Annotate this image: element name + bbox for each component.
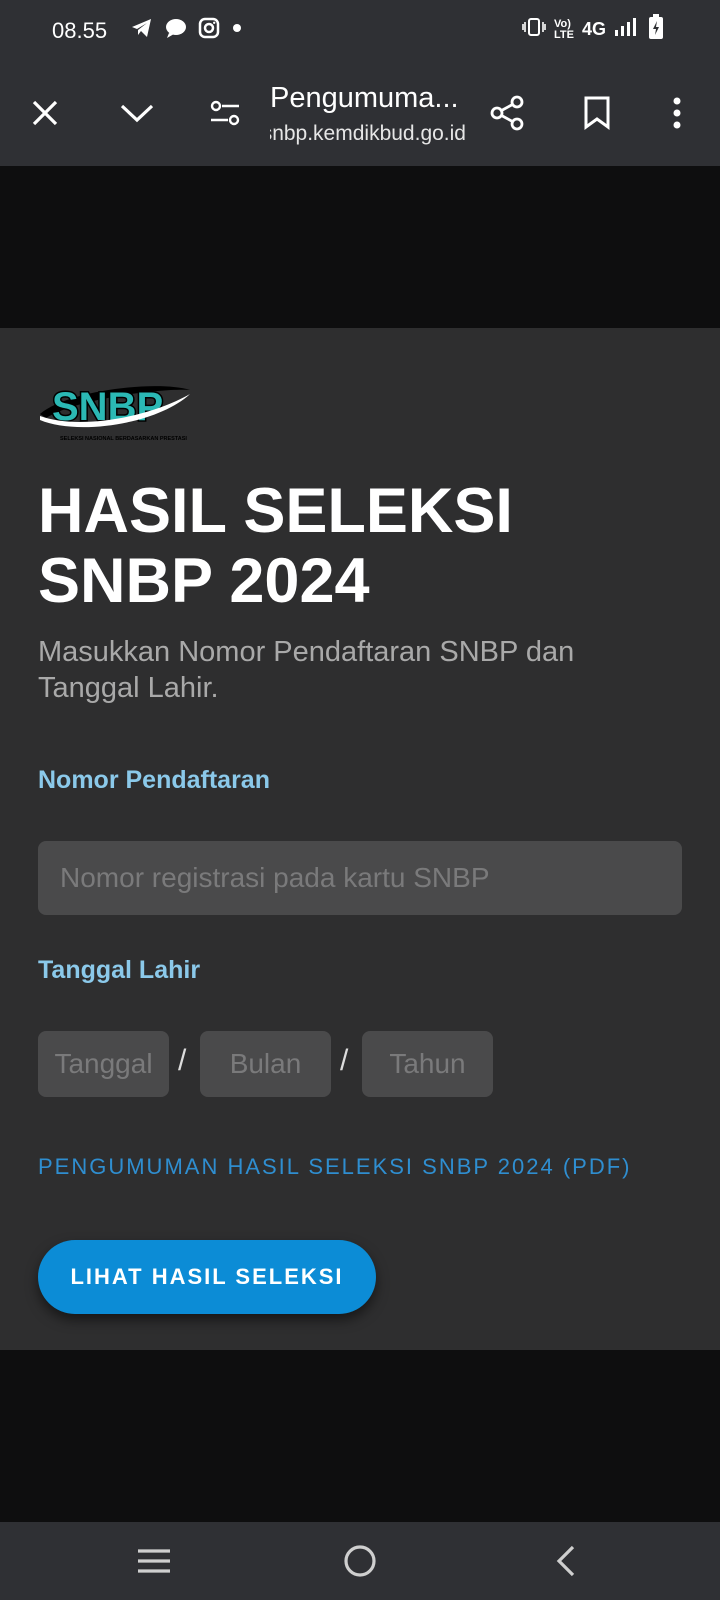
chevron-down-icon[interactable]	[112, 60, 162, 166]
registration-label: Nomor Pendaftaran	[38, 766, 270, 794]
snbp-logo: SNBP SELEKSI NASIONAL BERDASARKAN PRESTA…	[38, 370, 194, 446]
more-vert-icon[interactable]	[652, 60, 702, 166]
telegram-icon	[130, 16, 154, 45]
date-separator: /	[178, 1044, 187, 1077]
view-result-button[interactable]: LIHAT HASIL SELEKSI	[38, 1240, 376, 1314]
date-separator: /	[340, 1044, 349, 1077]
network-type: 4G	[581, 19, 606, 39]
status-bar: 08.55 Vo) LTE 4G	[0, 0, 720, 60]
home-icon[interactable]	[320, 1522, 400, 1600]
result-form-card: SNBP SELEKSI NASIONAL BERDASARKAN PRESTA…	[0, 328, 720, 1350]
birth-month-input[interactable]	[200, 1031, 331, 1097]
page-title[interactable]: Pengumuma...	[270, 82, 466, 115]
browser-toolbar: Pengumuma... snbp.kemdikbud.go.id	[0, 60, 720, 166]
birthdate-label: Tanggal Lahir	[38, 956, 201, 984]
dot-icon	[230, 21, 244, 40]
page-heading: HASIL SELEKSI SNBP 2024	[38, 476, 513, 616]
menu-icon[interactable]	[114, 1522, 194, 1600]
volte-badge: Vo) LTE	[553, 17, 574, 41]
status-time: 08.55	[52, 18, 108, 43]
logo-tagline: SELEKSI NASIONAL BERDASARKAN PRESTASI	[60, 436, 187, 442]
birth-day-input[interactable]	[38, 1031, 169, 1097]
page-settings-icon[interactable]	[200, 60, 250, 166]
chat-icon	[164, 16, 188, 45]
bookmark-icon[interactable]	[572, 60, 622, 166]
share-icon[interactable]	[482, 60, 532, 166]
page-url[interactable]: snbp.kemdikbud.go.id	[270, 122, 466, 146]
announcement-pdf-link[interactable]: PENGUMUMAN HASIL SELEKSI SNBP 2024 (PDF)	[38, 1154, 632, 1180]
notification-icons	[130, 16, 244, 45]
birth-year-input[interactable]	[362, 1031, 493, 1097]
back-icon[interactable]	[526, 1522, 606, 1600]
page-top-band	[0, 166, 720, 328]
signal-icon	[614, 16, 640, 43]
page-subtitle: Masukkan Nomor Pendaftaran SNBP dan Tang…	[38, 636, 575, 704]
close-icon[interactable]	[20, 60, 70, 166]
battery-icon	[648, 14, 664, 45]
vibrate-icon	[522, 16, 546, 43]
system-icons: Vo) LTE 4G	[522, 14, 664, 45]
system-nav-bar	[0, 1522, 720, 1600]
registration-number-input[interactable]	[38, 841, 682, 915]
instagram-icon	[198, 17, 220, 44]
